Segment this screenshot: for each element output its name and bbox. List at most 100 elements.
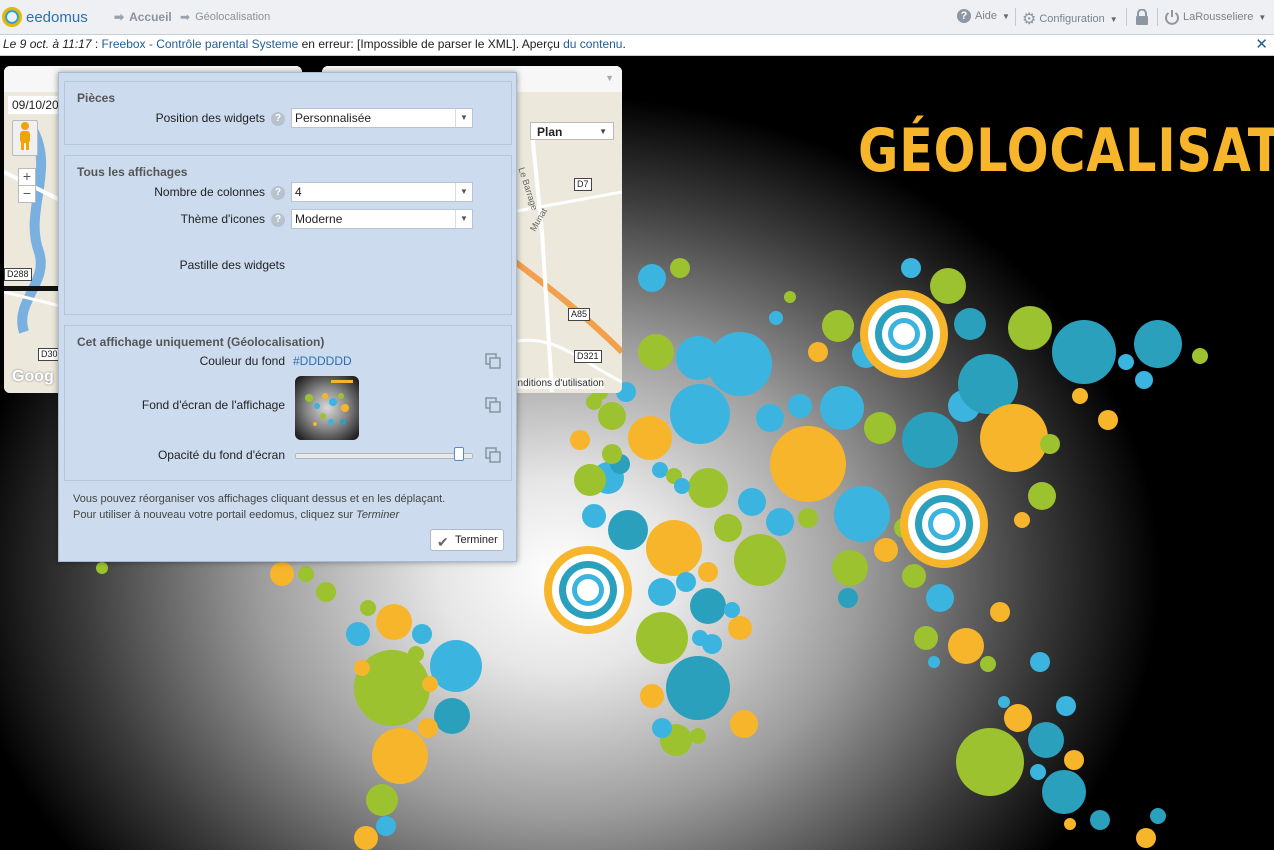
- decorative-dot: [769, 311, 783, 325]
- decorative-dot: [1098, 410, 1118, 430]
- decorative-dot: [998, 696, 1010, 708]
- columns-select[interactable]: 4 ▼: [291, 182, 473, 202]
- finish-button[interactable]: ✔ Terminer: [430, 529, 504, 551]
- decorative-dot: [688, 468, 728, 508]
- decorative-dot: [582, 504, 606, 528]
- all-displays-section: Tous les affichages: [64, 155, 512, 315]
- decorative-dot: [648, 578, 676, 606]
- question-circle-icon[interactable]: ?: [271, 186, 285, 200]
- configuration-menu-label: Configuration: [1039, 13, 1105, 25]
- decorative-dot: [640, 684, 664, 708]
- breadcrumb-home-label: Accueil: [129, 10, 172, 24]
- notification-device-link[interactable]: Freebox - Contrôle parental Systeme: [102, 37, 299, 51]
- decorative-dot: [376, 816, 396, 836]
- road-label-d7: D7: [574, 178, 592, 191]
- hint-line-1: Vous pouvez réorganiser vos affichages c…: [73, 493, 446, 505]
- decorative-dot: [926, 584, 954, 612]
- position-select-value: Personnalisée: [295, 111, 372, 125]
- notification-message: en erreur: [Impossible de parser le XML]…: [298, 37, 564, 51]
- zoom-in-button[interactable]: +: [18, 168, 36, 186]
- decorative-dot: [674, 478, 690, 494]
- arrow-right-icon: ➡: [114, 10, 125, 24]
- breadcrumb-home[interactable]: ➡ Accueil: [114, 10, 172, 24]
- decorative-dot: [1030, 652, 1050, 672]
- decorative-dot: [1136, 828, 1156, 848]
- decorative-dot: [298, 566, 314, 582]
- chevron-down-icon: ▼: [455, 183, 472, 201]
- icon-theme-select[interactable]: Moderne ▼: [291, 209, 473, 229]
- caret-down-icon[interactable]: ▼: [605, 73, 614, 83]
- notification-content-link[interactable]: du contenu: [563, 37, 622, 51]
- decorative-dot: [1056, 696, 1076, 716]
- target-ring-circle: [893, 323, 915, 345]
- question-circle-icon[interactable]: ?: [271, 213, 285, 227]
- road-label-d321: D321: [574, 350, 602, 363]
- caret-down-icon: ▼: [1002, 11, 1010, 21]
- decorative-dot: [1040, 434, 1060, 454]
- street-view-pegman-icon[interactable]: [12, 120, 38, 156]
- decorative-dot: [1064, 750, 1084, 770]
- decorative-dot: [1090, 810, 1110, 830]
- decorative-dot: [930, 268, 966, 304]
- help-menu[interactable]: ? Aide ▼: [957, 9, 1010, 23]
- columns-select-value: 4: [295, 185, 302, 199]
- decorative-dot: [928, 656, 940, 668]
- decorative-dot: [346, 622, 370, 646]
- decorative-dot: [728, 616, 752, 640]
- wallpaper-preview-dots: [305, 380, 353, 426]
- copy-icon[interactable]: [485, 447, 501, 463]
- decorative-dot: [418, 718, 438, 738]
- decorative-dot: [714, 514, 742, 542]
- terms-of-use-link[interactable]: onditions d'utilisation: [512, 378, 604, 389]
- decorative-dot: [690, 728, 706, 744]
- decorative-dot: [1042, 770, 1086, 814]
- decorative-dot: [1028, 722, 1064, 758]
- google-logo: Goog: [12, 368, 54, 385]
- help-menu-label: Aide: [975, 10, 998, 22]
- configuration-menu[interactable]: ⚙ Configuration ▼: [1022, 9, 1118, 29]
- question-circle-icon[interactable]: ?: [271, 112, 285, 126]
- decorative-dot: [636, 612, 688, 664]
- widget-badge-label: Pastille des widgets: [179, 258, 285, 272]
- eedomus-logo[interactable]: eedomus: [2, 6, 88, 28]
- opacity-slider-track[interactable]: [295, 453, 473, 459]
- decorative-dot: [1118, 354, 1134, 370]
- target-ring-circle: [933, 513, 955, 535]
- copy-icon[interactable]: [485, 353, 501, 369]
- decorative-dot: [956, 728, 1024, 796]
- opacity-slider-handle[interactable]: [454, 447, 465, 461]
- close-icon[interactable]: ✕: [1255, 35, 1268, 53]
- target-ring-circle: [577, 579, 599, 601]
- decorative-dot: [372, 728, 428, 784]
- copy-icon[interactable]: [485, 397, 501, 413]
- wallpaper-thumbnail[interactable]: [295, 376, 359, 440]
- decorative-dot: [1028, 482, 1056, 510]
- decorative-dot: [646, 520, 702, 576]
- decorative-dot: [734, 534, 786, 586]
- position-select[interactable]: Personnalisée ▼: [291, 108, 473, 128]
- decorative-dot: [990, 602, 1010, 622]
- user-menu[interactable]: LaRousseliere ▼: [1164, 9, 1266, 25]
- hint-line-2-emphasis: Terminer: [356, 509, 400, 521]
- decorative-dot: [570, 430, 590, 450]
- bg-color-value[interactable]: #DDDDDD: [293, 354, 352, 368]
- decorative-dot: [1030, 764, 1046, 780]
- notification-end: .: [622, 37, 626, 51]
- wallpaper-label: Fond d'écran de l'affichage: [141, 398, 285, 412]
- decorative-dot: [666, 656, 730, 720]
- decorative-dot: [270, 562, 294, 586]
- chevron-down-icon: ▼: [455, 210, 472, 228]
- decorative-dot: [96, 562, 108, 574]
- zoom-out-button[interactable]: −: [18, 185, 36, 203]
- map-type-select[interactable]: Plan ▼: [530, 122, 614, 140]
- lock-button[interactable]: [1135, 9, 1149, 25]
- decorative-dot: [730, 710, 758, 738]
- target-ring-decoration: [860, 290, 948, 378]
- top-bar: eedomus ➡ Accueil ➡ Géolocalisation ? Ai…: [0, 0, 1274, 35]
- decorative-dot: [598, 402, 626, 430]
- decorative-dot: [574, 464, 606, 496]
- page-title: GÉOLOCALISATION: [858, 116, 1274, 186]
- decorative-dot: [670, 258, 690, 278]
- decorative-dot: [366, 784, 398, 816]
- section-title: Pièces: [77, 91, 116, 105]
